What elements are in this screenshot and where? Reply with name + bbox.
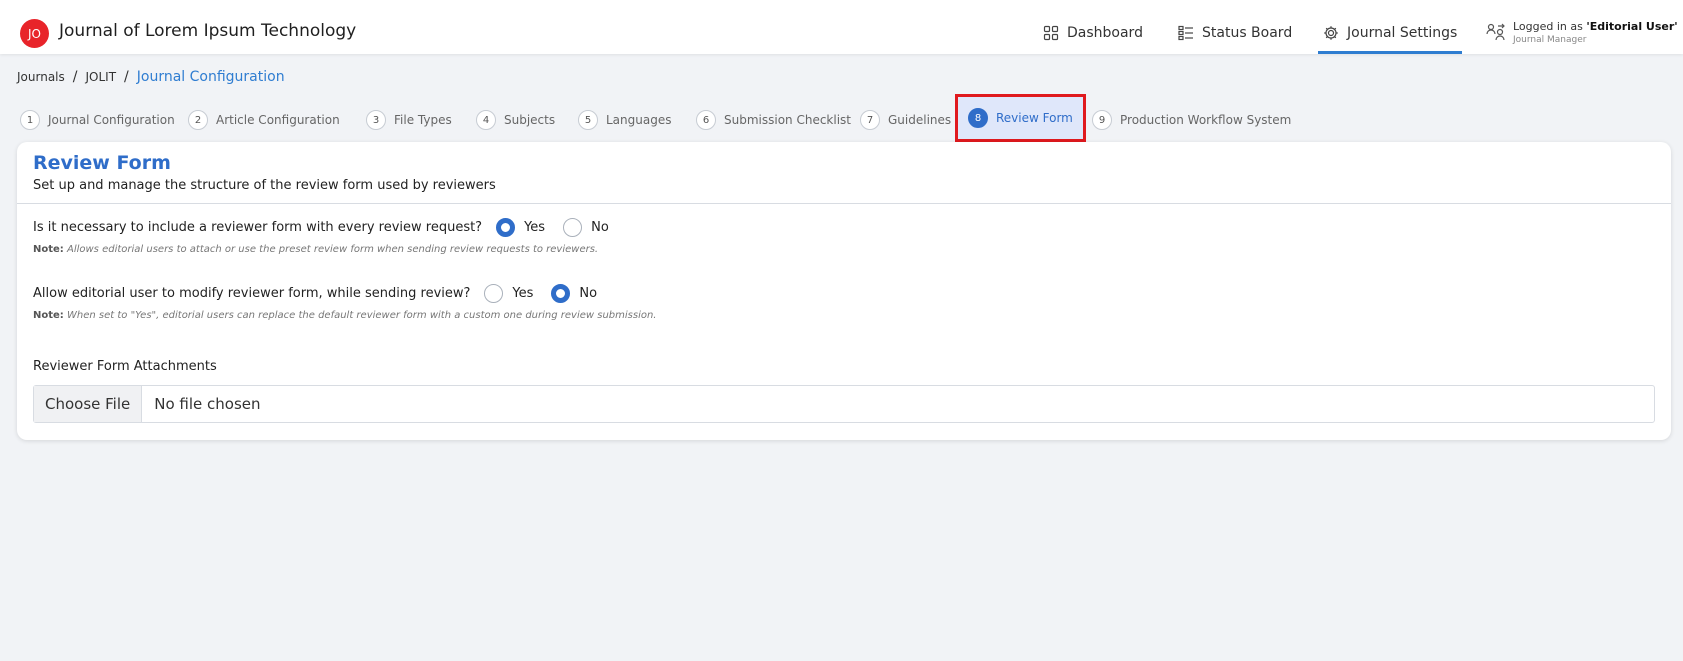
step-label: Production Workflow System [1120,113,1292,127]
choose-file-button[interactable]: Choose File [34,386,143,422]
step-journal-configuration[interactable]: 1 Journal Configuration [20,103,175,137]
logged-in-text: Logged in as 'Editorial User' [1513,20,1678,33]
radio-label: No [591,220,609,235]
nav-status-board[interactable]: Status Board [1178,20,1292,46]
step-article-configuration[interactable]: 2 Article Configuration [188,103,340,137]
radio-option-yes[interactable]: Yes [496,218,545,237]
radio-label: Yes [512,286,534,301]
note-label: Note: [33,244,64,255]
step-review-form[interactable]: 8 Review Form [955,94,1086,142]
step-label: Submission Checklist [724,113,852,127]
step-number: 2 [188,110,208,130]
step-label: Journal Configuration [48,113,175,127]
question-text: Allow editorial user to modify reviewer … [33,286,471,301]
step-number: 8 [968,108,988,128]
step-number: 9 [1092,110,1112,130]
breadcrumb-journals[interactable]: Journals [17,70,65,84]
section-subtitle: Set up and manage the structure of the r… [33,178,496,193]
step-number: 3 [366,110,386,130]
radio-no[interactable] [563,218,583,237]
kanban-icon [1178,25,1193,41]
review-form-card: Review Form Set up and manage the struct… [17,142,1671,440]
radio-group-modify-form: Yes No [484,284,605,303]
step-languages[interactable]: 5 Languages [578,103,671,137]
step-number: 7 [860,110,880,130]
user-name: 'Editorial User' [1586,20,1678,33]
radio-option-no[interactable]: No [563,218,609,237]
step-file-types[interactable]: 3 File Types [366,103,452,137]
question-include-reviewer-form: Is it necessary to include a reviewer fo… [33,218,617,237]
note-label: Note: [33,310,64,321]
grid-icon [1043,25,1059,41]
question-text: Is it necessary to include a reviewer fo… [33,220,483,235]
file-input[interactable]: Choose File No file chosen [33,385,1655,423]
attachments-label: Reviewer Form Attachments [33,359,217,374]
nav-dashboard-label: Dashboard [1067,25,1143,41]
radio-option-yes[interactable]: Yes [484,284,533,303]
gear-icon [1324,26,1338,40]
top-bar: JO Journal of Lorem Ipsum Technology Das… [0,0,1683,54]
nav-journal-settings[interactable]: Journal Settings [1323,20,1457,46]
step-subjects[interactable]: 4 Subjects [476,103,555,137]
user-role: Journal Manager [1513,35,1587,45]
nav-journal-settings-label: Journal Settings [1347,25,1458,41]
step-submission-checklist[interactable]: 6 Submission Checklist [696,103,851,137]
radio-no-selected[interactable] [551,284,571,303]
note-include-form: Note: Allows editorial users to attach o… [33,244,598,255]
step-number: 5 [578,110,598,130]
step-label: Subjects [504,113,556,127]
nav-dashboard[interactable]: Dashboard [1043,20,1143,46]
step-label: Article Configuration [216,113,340,127]
app-title: Journal of Lorem Ipsum Technology [59,21,357,41]
file-status: No file chosen [154,395,261,413]
note-text: When set to "Yes", editorial users can r… [63,310,657,321]
question-modify-reviewer-form: Allow editorial user to modify reviewer … [33,284,605,303]
radio-label: No [579,286,598,301]
radio-group-include-form: Yes No [496,218,617,237]
step-number: 6 [696,110,716,130]
radio-yes[interactable] [484,284,504,303]
breadcrumb-separator: / [124,69,129,85]
journal-logo[interactable]: JO [20,19,49,48]
radio-option-no[interactable]: No [551,284,597,303]
note-modify-form: Note: When set to "Yes", editorial users… [33,310,656,321]
user-switch-icon [1486,23,1505,41]
active-nav-underline [1318,51,1462,54]
section-title: Review Form [33,152,171,174]
divider [17,203,1671,204]
radio-yes-selected[interactable] [496,218,516,237]
logged-in-prefix: Logged in as [1513,20,1587,33]
nav-status-board-label: Status Board [1202,25,1293,41]
step-guidelines[interactable]: 7 Guidelines [860,103,951,137]
step-label: Review Form [996,111,1073,125]
step-label: Guidelines [888,113,952,127]
step-production-workflow-system[interactable]: 9 Production Workflow System [1092,103,1291,137]
breadcrumb-separator: / [72,69,78,85]
step-label: Languages [606,113,672,127]
breadcrumb-current: Journal Configuration [136,69,285,85]
step-label: File Types [394,113,452,127]
logo-text: JO [28,26,41,41]
radio-label: Yes [524,220,546,235]
breadcrumb: Journals / JOLIT / Journal Configuration [17,69,285,85]
user-menu[interactable]: Logged in as 'Editorial User' Journal Ma… [1486,18,1681,50]
step-number: 1 [20,110,40,130]
breadcrumb-jolit[interactable]: JOLIT [85,70,116,84]
step-number: 4 [476,110,496,130]
note-text: Allows editorial users to attach or use … [63,244,599,255]
